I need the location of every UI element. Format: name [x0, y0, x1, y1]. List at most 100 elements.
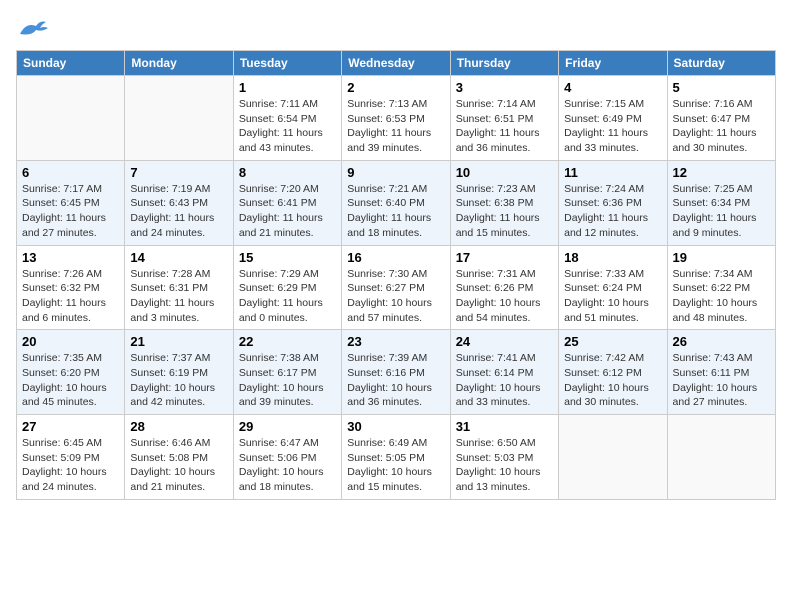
column-header-tuesday: Tuesday	[233, 51, 341, 76]
day-info: Sunrise: 7:30 AM Sunset: 6:27 PM Dayligh…	[347, 267, 444, 326]
calendar-cell: 5 Sunrise: 7:16 AM Sunset: 6:47 PM Daylig…	[667, 76, 775, 161]
day-number: 22	[239, 334, 336, 349]
day-number: 11	[564, 165, 661, 180]
calendar-cell: 25 Sunrise: 7:42 AM Sunset: 6:12 PM Dayli…	[559, 330, 667, 415]
calendar-cell: 31Sunrise: 6:50 AM Sunset: 5:03 PM Dayli…	[450, 415, 558, 500]
day-info: Sunrise: 7:24 AM Sunset: 6:36 PM Dayligh…	[564, 182, 661, 241]
calendar-cell: 9 Sunrise: 7:21 AM Sunset: 6:40 PM Daylig…	[342, 160, 450, 245]
calendar-cell: 2 Sunrise: 7:13 AM Sunset: 6:53 PM Daylig…	[342, 76, 450, 161]
day-info: Sunrise: 7:37 AM Sunset: 6:19 PM Dayligh…	[130, 351, 227, 410]
week-row-4: 20 Sunrise: 7:35 AM Sunset: 6:20 PM Dayli…	[17, 330, 776, 415]
day-info: Sunrise: 7:33 AM Sunset: 6:24 PM Dayligh…	[564, 267, 661, 326]
calendar-cell	[667, 415, 775, 500]
day-info: Sunrise: 7:13 AM Sunset: 6:53 PM Dayligh…	[347, 97, 444, 156]
day-info: Sunrise: 7:16 AM Sunset: 6:47 PM Dayligh…	[673, 97, 770, 156]
column-header-friday: Friday	[559, 51, 667, 76]
column-header-wednesday: Wednesday	[342, 51, 450, 76]
day-number: 29	[239, 419, 336, 434]
day-info: Sunrise: 6:45 AM Sunset: 5:09 PM Dayligh…	[22, 436, 119, 495]
calendar-cell: 22 Sunrise: 7:38 AM Sunset: 6:17 PM Dayli…	[233, 330, 341, 415]
day-number: 15	[239, 250, 336, 265]
day-info: Sunrise: 6:47 AM Sunset: 5:06 PM Dayligh…	[239, 436, 336, 495]
day-info: Sunrise: 7:38 AM Sunset: 6:17 PM Dayligh…	[239, 351, 336, 410]
calendar-cell: 16Sunrise: 7:30 AM Sunset: 6:27 PM Dayli…	[342, 245, 450, 330]
day-info: Sunrise: 7:20 AM Sunset: 6:41 PM Dayligh…	[239, 182, 336, 241]
day-number: 3	[456, 80, 553, 95]
day-number: 27	[22, 419, 119, 434]
column-header-monday: Monday	[125, 51, 233, 76]
column-header-sunday: Sunday	[17, 51, 125, 76]
day-info: Sunrise: 7:29 AM Sunset: 6:29 PM Dayligh…	[239, 267, 336, 326]
calendar-cell: 17 Sunrise: 7:31 AM Sunset: 6:26 PM Dayli…	[450, 245, 558, 330]
page-header	[16, 16, 776, 40]
day-info: Sunrise: 7:14 AM Sunset: 6:51 PM Dayligh…	[456, 97, 553, 156]
calendar-cell	[125, 76, 233, 161]
calendar-cell: 21Sunrise: 7:37 AM Sunset: 6:19 PM Dayli…	[125, 330, 233, 415]
calendar-cell: 28 Sunrise: 6:46 AM Sunset: 5:08 PM Dayli…	[125, 415, 233, 500]
day-number: 2	[347, 80, 444, 95]
week-row-5: 27 Sunrise: 6:45 AM Sunset: 5:09 PM Dayli…	[17, 415, 776, 500]
calendar-cell: 14 Sunrise: 7:28 AM Sunset: 6:31 PM Dayli…	[125, 245, 233, 330]
day-number: 10	[456, 165, 553, 180]
calendar-cell: 29 Sunrise: 6:47 AM Sunset: 5:06 PM Dayli…	[233, 415, 341, 500]
day-info: Sunrise: 6:49 AM Sunset: 5:05 PM Dayligh…	[347, 436, 444, 495]
calendar-cell: 8 Sunrise: 7:20 AM Sunset: 6:41 PM Daylig…	[233, 160, 341, 245]
week-row-3: 13 Sunrise: 7:26 AM Sunset: 6:32 PM Dayli…	[17, 245, 776, 330]
calendar-cell: 30Sunrise: 6:49 AM Sunset: 5:05 PM Dayli…	[342, 415, 450, 500]
day-number: 13	[22, 250, 119, 265]
calendar-cell: 12 Sunrise: 7:25 AM Sunset: 6:34 PM Dayli…	[667, 160, 775, 245]
calendar-cell: 11 Sunrise: 7:24 AM Sunset: 6:36 PM Dayli…	[559, 160, 667, 245]
day-info: Sunrise: 7:26 AM Sunset: 6:32 PM Dayligh…	[22, 267, 119, 326]
day-info: Sunrise: 6:46 AM Sunset: 5:08 PM Dayligh…	[130, 436, 227, 495]
calendar-table: SundayMondayTuesdayWednesdayThursdayFrid…	[16, 50, 776, 500]
day-number: 5	[673, 80, 770, 95]
day-info: Sunrise: 7:21 AM Sunset: 6:40 PM Dayligh…	[347, 182, 444, 241]
calendar-cell: 4 Sunrise: 7:15 AM Sunset: 6:49 PM Daylig…	[559, 76, 667, 161]
day-number: 25	[564, 334, 661, 349]
calendar-cell: 20 Sunrise: 7:35 AM Sunset: 6:20 PM Dayli…	[17, 330, 125, 415]
day-info: Sunrise: 7:15 AM Sunset: 6:49 PM Dayligh…	[564, 97, 661, 156]
day-info: Sunrise: 7:41 AM Sunset: 6:14 PM Dayligh…	[456, 351, 553, 410]
day-number: 6	[22, 165, 119, 180]
logo	[16, 16, 48, 40]
week-row-2: 6 Sunrise: 7:17 AM Sunset: 6:45 PM Daylig…	[17, 160, 776, 245]
day-number: 14	[130, 250, 227, 265]
day-info: Sunrise: 7:31 AM Sunset: 6:26 PM Dayligh…	[456, 267, 553, 326]
day-info: Sunrise: 7:35 AM Sunset: 6:20 PM Dayligh…	[22, 351, 119, 410]
calendar-cell: 26 Sunrise: 7:43 AM Sunset: 6:11 PM Dayli…	[667, 330, 775, 415]
day-info: Sunrise: 7:43 AM Sunset: 6:11 PM Dayligh…	[673, 351, 770, 410]
day-number: 8	[239, 165, 336, 180]
day-info: Sunrise: 7:19 AM Sunset: 6:43 PM Dayligh…	[130, 182, 227, 241]
day-info: Sunrise: 7:25 AM Sunset: 6:34 PM Dayligh…	[673, 182, 770, 241]
day-number: 24	[456, 334, 553, 349]
calendar-cell: 3 Sunrise: 7:14 AM Sunset: 6:51 PM Daylig…	[450, 76, 558, 161]
day-number: 4	[564, 80, 661, 95]
calendar-cell: 23 Sunrise: 7:39 AM Sunset: 6:16 PM Dayli…	[342, 330, 450, 415]
day-number: 9	[347, 165, 444, 180]
day-info: Sunrise: 7:23 AM Sunset: 6:38 PM Dayligh…	[456, 182, 553, 241]
day-number: 7	[130, 165, 227, 180]
day-number: 1	[239, 80, 336, 95]
calendar-cell	[559, 415, 667, 500]
day-number: 12	[673, 165, 770, 180]
week-row-1: 1 Sunrise: 7:11 AM Sunset: 6:54 PM Daylig…	[17, 76, 776, 161]
day-number: 18	[564, 250, 661, 265]
calendar-cell: 15 Sunrise: 7:29 AM Sunset: 6:29 PM Dayli…	[233, 245, 341, 330]
day-info: Sunrise: 7:39 AM Sunset: 6:16 PM Dayligh…	[347, 351, 444, 410]
day-number: 26	[673, 334, 770, 349]
calendar-cell: 6 Sunrise: 7:17 AM Sunset: 6:45 PM Daylig…	[17, 160, 125, 245]
day-info: Sunrise: 7:34 AM Sunset: 6:22 PM Dayligh…	[673, 267, 770, 326]
day-info: Sunrise: 7:42 AM Sunset: 6:12 PM Dayligh…	[564, 351, 661, 410]
calendar-cell: 24 Sunrise: 7:41 AM Sunset: 6:14 PM Dayli…	[450, 330, 558, 415]
calendar-cell: 1 Sunrise: 7:11 AM Sunset: 6:54 PM Daylig…	[233, 76, 341, 161]
day-info: Sunrise: 7:28 AM Sunset: 6:31 PM Dayligh…	[130, 267, 227, 326]
calendar-cell: 18 Sunrise: 7:33 AM Sunset: 6:24 PM Dayli…	[559, 245, 667, 330]
calendar-cell	[17, 76, 125, 161]
day-info: Sunrise: 7:17 AM Sunset: 6:45 PM Dayligh…	[22, 182, 119, 241]
day-number: 19	[673, 250, 770, 265]
day-number: 23	[347, 334, 444, 349]
day-number: 28	[130, 419, 227, 434]
day-number: 20	[22, 334, 119, 349]
day-number: 17	[456, 250, 553, 265]
day-info: Sunrise: 7:11 AM Sunset: 6:54 PM Dayligh…	[239, 97, 336, 156]
